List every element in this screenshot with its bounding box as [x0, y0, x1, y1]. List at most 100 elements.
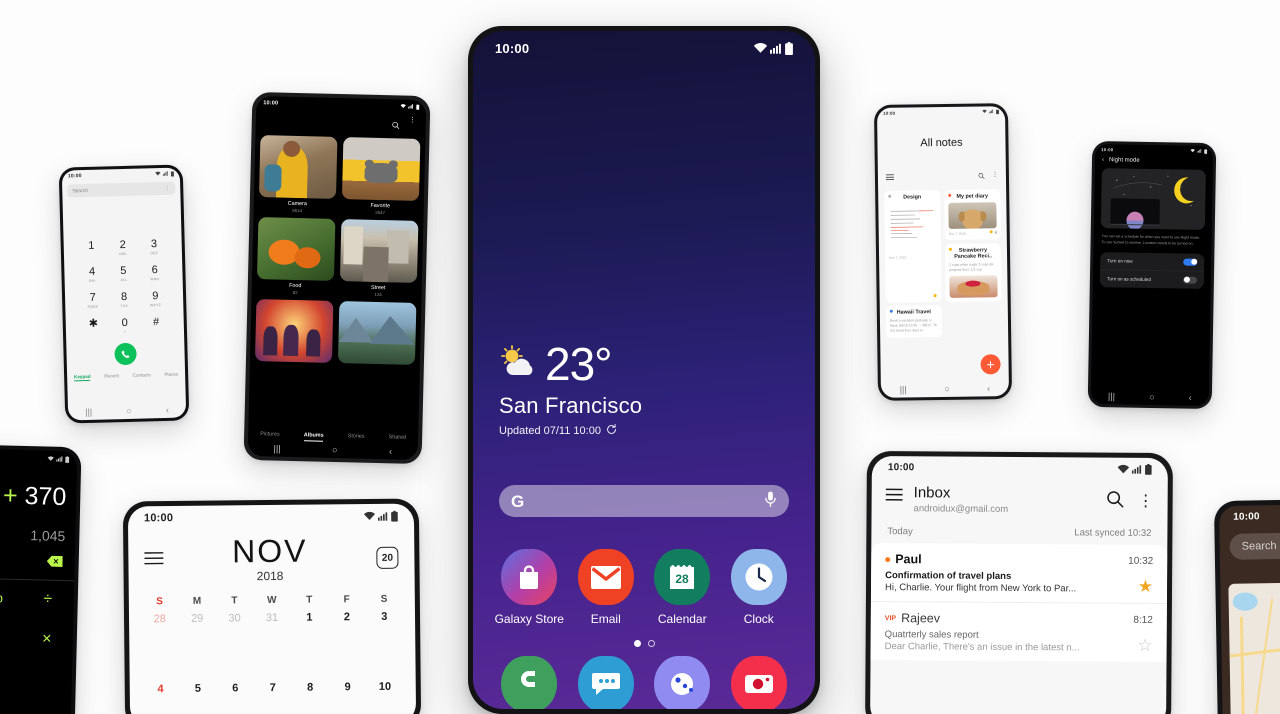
recents-icon[interactable]: ||| [1108, 391, 1115, 401]
album-item[interactable]: Street 124 [339, 219, 419, 298]
star-icon-filled[interactable]: ★ [1138, 577, 1153, 596]
maps-search-field[interactable]: Search [1229, 532, 1280, 560]
gallery-tab-stories[interactable]: Stories [348, 433, 365, 442]
dial-key-9[interactable]: 9 WXYZ [140, 290, 172, 308]
app-phone[interactable] [491, 656, 568, 709]
gallery-tab-pictures[interactable]: Pictures [260, 431, 280, 440]
back-icon[interactable]: ‹ [389, 446, 392, 456]
dial-key-0[interactable]: 0 + [109, 317, 141, 335]
calculator-keypad[interactable]: % ÷ 9 × [0, 577, 75, 650]
recents-icon[interactable]: ||| [273, 443, 280, 453]
toggle-row-scheduled[interactable]: Turn on as scheduled [1099, 268, 1205, 289]
toggle-switch-on[interactable] [1183, 258, 1198, 266]
dial-key-7[interactable]: 7 PQRS [77, 292, 109, 309]
microphone-icon[interactable] [764, 491, 777, 512]
recents-icon[interactable]: ||| [85, 406, 92, 416]
navigation-bar[interactable]: ||| ○ ‹ [68, 401, 186, 420]
note-card[interactable]: Design Nov 7, 2018 [884, 190, 942, 303]
app-galaxy-store[interactable]: Galaxy Store [491, 549, 568, 627]
dialer-tab-recent[interactable]: Recent [104, 373, 119, 380]
dial-key-1[interactable]: 1 [76, 240, 108, 257]
dial-key-2[interactable]: 2 ABC [107, 239, 139, 257]
dial-key-8[interactable]: 8 TUV [108, 291, 140, 309]
calc-key-divide[interactable]: ÷ [22, 590, 74, 609]
back-icon[interactable]: ‹ [1102, 157, 1104, 163]
home-icon[interactable]: ○ [332, 444, 338, 454]
add-note-icon[interactable]: + [980, 354, 1001, 375]
app-calendar[interactable]: 28 Calendar [644, 549, 721, 627]
dialer-search-field[interactable]: Search ⋮ [67, 181, 176, 198]
app-messages[interactable] [568, 656, 645, 709]
navigation-bar[interactable]: ||| ○ ‹ [248, 440, 418, 460]
page-dot[interactable] [647, 640, 655, 647]
more-options-icon[interactable]: ⋮ [1138, 493, 1154, 510]
app-camera[interactable] [721, 656, 798, 709]
more-options-icon[interactable]: ⋮ [409, 117, 416, 135]
hamburger-menu-icon[interactable] [885, 484, 903, 506]
call-button[interactable] [114, 342, 137, 366]
dial-key-4[interactable]: 4 GHI [76, 266, 108, 283]
calendar-day[interactable]: 30 [216, 612, 254, 624]
search-icon[interactable] [1107, 491, 1124, 513]
dialer-tab-places[interactable]: Places [164, 372, 178, 379]
calendar-day[interactable]: 31 [253, 612, 291, 624]
calendar-day[interactable]: 3 [366, 611, 404, 623]
calendar-day[interactable]: 5 [179, 683, 217, 695]
back-icon[interactable]: ‹ [166, 404, 169, 414]
dial-key-star[interactable]: ✱ [78, 318, 110, 335]
hamburger-menu-icon[interactable] [144, 551, 164, 570]
home-icon[interactable]: ○ [126, 405, 132, 415]
more-options-icon[interactable]: ⋮ [165, 185, 170, 191]
album-item[interactable]: Favorite 3547 [341, 137, 421, 216]
google-search-bar[interactable]: G [499, 485, 789, 517]
calc-key-9[interactable]: 9 [0, 629, 21, 648]
calendar-day[interactable]: 6 [217, 682, 255, 694]
album-item[interactable] [254, 299, 334, 366]
toggle-row-turn-on-now[interactable]: Turn on now [1100, 252, 1204, 271]
today-badge[interactable]: 20 [376, 546, 399, 569]
dialer-tab-contacts[interactable]: Contacts [133, 372, 151, 379]
dialer-keypad[interactable]: 1 2 ABC 3 DEF 4 GHI 5 JKL 6 MNO 7 PQRS 8 TUV 9W… [76, 238, 172, 335]
search-icon[interactable] [392, 116, 400, 134]
hamburger-menu-icon[interactable] [885, 168, 894, 186]
note-card[interactable]: Strawberry Pancake Reci.. 2 cups white s… [944, 243, 1002, 302]
dial-key-6[interactable]: 6 MNO [139, 264, 171, 282]
calendar-day[interactable]: 9 [329, 681, 367, 693]
calendar-day[interactable]: 29 [178, 613, 216, 625]
calendar-day[interactable]: 7 [254, 682, 292, 694]
toggle-switch-off[interactable] [1182, 276, 1197, 284]
home-icon[interactable]: ○ [1149, 391, 1155, 401]
more-options-icon[interactable]: ⋮ [992, 172, 998, 179]
navigation-bar[interactable]: ||| ○ ‹ [881, 380, 1009, 398]
refresh-icon[interactable] [606, 424, 617, 438]
email-list-item[interactable]: VIP Rajeev 8:12 Quatrterly sales report … [870, 600, 1167, 663]
dialer-tabs[interactable]: Keypad Recent Contacts Places [67, 371, 185, 382]
app-email[interactable]: Email [568, 549, 645, 627]
back-icon[interactable]: ‹ [987, 383, 990, 393]
dial-key-hash[interactable]: # [140, 316, 172, 334]
album-item[interactable]: Camera 6514 [258, 135, 338, 214]
calendar-day[interactable]: 1 [291, 611, 329, 624]
page-indicator[interactable] [491, 640, 797, 647]
backspace-icon[interactable] [0, 542, 75, 581]
calendar-day[interactable]: 4 [142, 683, 180, 695]
page-dot-active[interactable] [633, 640, 641, 647]
gallery-tab-albums[interactable]: Albums [303, 432, 324, 442]
navigation-bar[interactable]: ||| ○ ‹ [1091, 388, 1209, 406]
calendar-day[interactable]: 28 [141, 613, 179, 625]
calendar-day[interactable]: 2 [328, 611, 366, 623]
recents-icon[interactable]: ||| [900, 384, 907, 394]
app-clock[interactable]: Clock [721, 549, 798, 627]
calc-key-percent[interactable]: % [0, 589, 22, 608]
dial-key-5[interactable]: 5 JKL [108, 265, 140, 283]
album-item[interactable] [337, 301, 417, 368]
app-contacts[interactable] [644, 656, 721, 709]
home-icon[interactable]: ○ [944, 383, 950, 393]
email-list-item[interactable]: Paul 10:32 Confirmation of travel plans … [870, 542, 1168, 604]
weather-widget[interactable]: 23° San Francisco Updated 07/11 10:00 [499, 341, 642, 438]
dialer-tab-keypad[interactable]: Keypad [73, 373, 91, 382]
map-view[interactable] [1228, 581, 1280, 714]
note-card[interactable]: Hawaii Travel Book a vacation package to… [885, 304, 943, 338]
gallery-tab-shared[interactable]: Shared [389, 434, 407, 443]
dial-key-3[interactable]: 3 DEF [138, 238, 170, 256]
